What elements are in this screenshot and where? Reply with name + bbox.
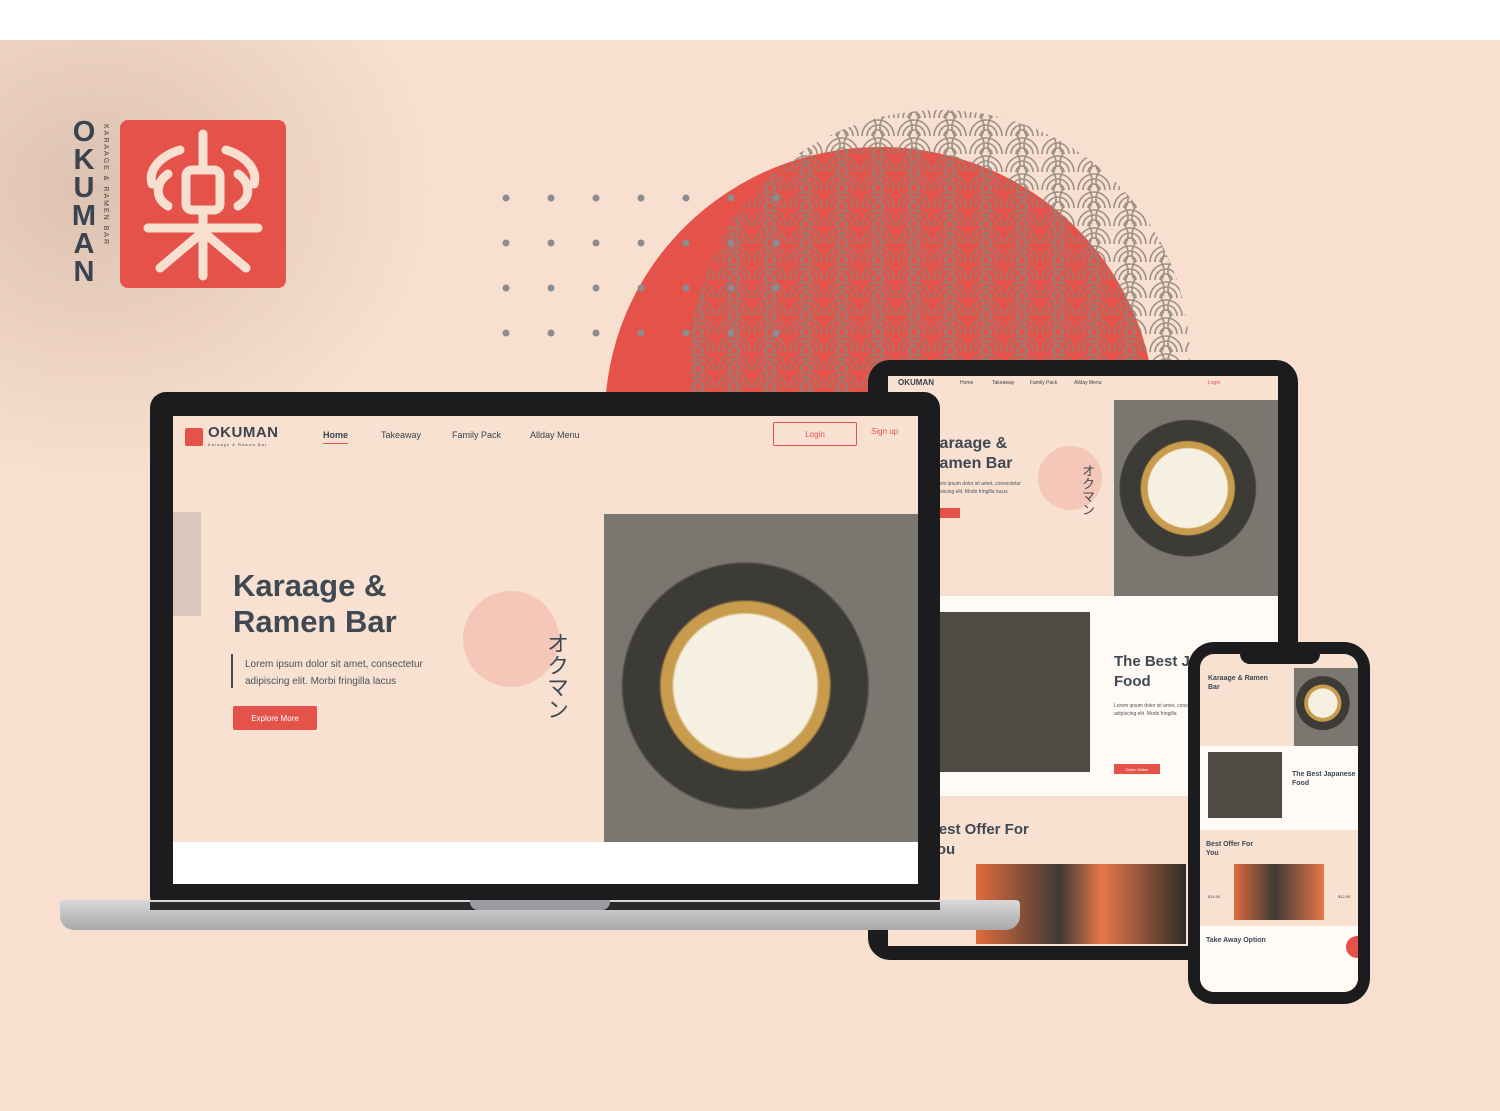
tablet-logo[interactable]: OKUMAN	[898, 378, 934, 387]
phone-screen: Karaage & Ramen Bar The Best Japanese Fo…	[1200, 654, 1358, 992]
nav-allday-menu[interactable]: Allday Menu	[530, 430, 580, 440]
hero-text: Lorem ipsum dolor sit amet, consectetur …	[245, 659, 423, 687]
dot-grid-pattern	[502, 194, 780, 337]
tablet-nav-allday-menu[interactable]: Allday Menu	[1074, 380, 1102, 386]
phone-price-1: $16.00	[1208, 894, 1221, 899]
tablet-offer-title: Best Offer For You	[928, 821, 1029, 858]
nav-takeaway[interactable]: Takeaway	[381, 430, 421, 440]
tablet-nav-takeaway[interactable]: Takeaway	[992, 380, 1014, 386]
hero-accent-bar	[231, 654, 233, 688]
phone-takeaway-title: Take Away Option	[1206, 937, 1266, 944]
laptop-screen: OKUMAN Karaage & Ramen Bar Home Takeaway…	[173, 416, 918, 884]
phone-price-2: $12.00	[1338, 894, 1351, 899]
tablet-katakana: オクマン	[1080, 464, 1095, 516]
login-button[interactable]: Login	[773, 422, 857, 446]
tablet-hero-title: Karaage & Ramen Bar	[928, 435, 1013, 472]
explore-more-button[interactable]: Explore More	[233, 706, 317, 730]
nav-home[interactable]: Home	[323, 430, 349, 444]
tablet-order-online-button[interactable]: Order Online	[1114, 764, 1160, 774]
laptop-logo-subtitle: Karaage & Ramen Bar	[208, 442, 268, 447]
tablet-gyoza-photo	[940, 612, 1090, 772]
phone-offer-title: Best Offer For You	[1206, 841, 1254, 857]
brand-letter: A	[73, 228, 95, 260]
tablet-nav-home[interactable]: Home	[960, 380, 973, 386]
phone-sushi-photo	[1234, 864, 1324, 920]
brand-letter: N	[73, 256, 95, 288]
hero-title: Karaage & Ramen Bar	[233, 568, 397, 639]
brand-letter: M	[71, 200, 97, 232]
okuman-seal-icon	[185, 428, 203, 446]
side-pattern-strip	[173, 512, 201, 616]
tablet-login-button[interactable]: Login	[1208, 380, 1220, 386]
phone-gyoza-photo	[1208, 752, 1282, 818]
brand-letter: O	[72, 116, 96, 148]
next-section-bg	[173, 842, 918, 884]
signup-link[interactable]: Sign up	[871, 427, 898, 436]
brand-letters: O K U M A N	[68, 116, 100, 288]
phone-hero-title: Karaage & Ramen Bar	[1208, 675, 1268, 691]
tablet-ramen-photo	[1114, 400, 1278, 596]
laptop-nav: OKUMAN Karaage & Ramen Bar Home Takeaway…	[173, 416, 918, 472]
brand-letter: K	[73, 144, 95, 176]
tablet-nav-family-pack[interactable]: Family Pack	[1030, 380, 1057, 386]
phone-best-title: The Best Japanese Food	[1292, 771, 1356, 787]
brand-letter: U	[73, 172, 95, 204]
phone-ramen-photo	[1294, 668, 1358, 746]
laptop-logo[interactable]: OKUMAN	[208, 424, 279, 441]
katakana-text: オクマン	[544, 632, 569, 720]
tablet-hero-text: Lorem ipsum dolor sit amet, consectetur …	[932, 481, 1021, 495]
phone-notch	[1240, 650, 1320, 664]
okuman-logo: O K U M A N KARAAGE & RAMEN BAR	[68, 118, 308, 298]
ramen-bowl-photo	[604, 514, 918, 872]
tablet-nav: OKUMAN Home Takeaway Family Pack Allday …	[888, 376, 1278, 396]
kanji-seal-icon	[120, 120, 286, 288]
nav-family-pack[interactable]: Family Pack	[452, 430, 501, 440]
brand-subtitle: KARAAGE & RAMEN BAR	[102, 124, 109, 247]
laptop-opening-notch	[470, 900, 610, 910]
